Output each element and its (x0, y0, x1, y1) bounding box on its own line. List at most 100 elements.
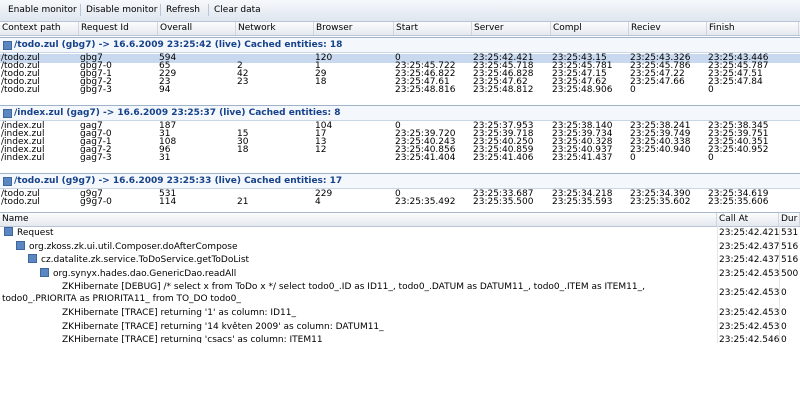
duration-cell: 500 (781, 268, 799, 279)
column-header[interactable]: Request Id (79, 22, 158, 35)
column-header[interactable]: Finish (707, 22, 799, 35)
tree-toggle-icon[interactable] (28, 254, 37, 263)
toolbar-separator (80, 4, 81, 16)
table-cell: 23:25:41.437 (552, 153, 613, 163)
duration-cell: 0 (781, 288, 787, 298)
call-at-cell: 23:25:42.453 (719, 321, 780, 332)
tree-node-label: Request (17, 228, 54, 238)
column-header[interactable]: Reciev (629, 22, 707, 35)
table-row[interactable]: /todo.zul g9g7-0 114 21 4 23:25:35.492 23:25:3… (0, 198, 800, 207)
table-cell: 23:25:35.492 (395, 197, 456, 207)
table-cell: 31 (159, 153, 171, 163)
tree-node-label-continued: todo0_.PRIORITA as PRIORITA11_ from TO_D… (2, 294, 241, 304)
tree-toggle-icon[interactable] (40, 267, 49, 277)
tree-node[interactable]: org.synyx.hades.dao.GenericDao.readAll (40, 267, 237, 281)
table-cell: 94 (159, 85, 171, 95)
column-divider (717, 226, 718, 343)
table-cell: 23:25:48.812 (473, 85, 534, 95)
call-at-cell: 23:25:42.437 (719, 255, 780, 265)
group-toggle-icon[interactable] (3, 177, 12, 186)
group-title: /todo.zul (g9g7) -> 16.6.2009 23:25:33 (… (14, 176, 343, 186)
tree-node[interactable]: ZKHibernate [TRACE] returning '14 květen… (62, 321, 384, 334)
duration-cell: 531 (781, 228, 799, 238)
tree-node-label: ZKHibernate [TRACE] returning '14 květen… (62, 321, 384, 332)
toolbar: Enable monitor Disable monitor Refresh C… (0, 0, 800, 22)
group-title: /todo.zul (gbg7) -> 16.6.2009 23:25:42 (… (14, 40, 343, 50)
tree-node-label: org.zkoss.zk.ui.util.Composer.doAfterCom… (29, 241, 238, 252)
duration-cell: 0 (781, 308, 787, 318)
table-cell: 23:25:41.406 (473, 153, 534, 163)
group-title: /index.zul (gag7) -> 16.6.2009 23:25:37 … (14, 108, 341, 118)
call-tree-header: Name Call At Dur (0, 213, 800, 227)
table-cell: 23:25:35.602 (630, 197, 691, 207)
call-at-cell: 23:25:42.437 (719, 241, 780, 252)
disable-monitor-button[interactable]: Disable monitor (82, 3, 161, 17)
call-at-cell: 23:25:42.453 (719, 308, 780, 318)
column-header[interactable]: Overall (158, 22, 236, 35)
table-cell: 23:25:35.606 (708, 197, 769, 207)
table-cell: /todo.zul (1, 85, 40, 95)
table-row[interactable]: /todo.zul gbg7-3 94 23:25:48.816 23:25:48.81… (0, 86, 800, 95)
table-cell: 0 (630, 85, 636, 95)
requests-grid[interactable]: Context path Request Id Overall Network Brow… (0, 22, 800, 213)
tree-node[interactable]: cz.datalite.zk.service.ToDoService.getTo… (28, 254, 249, 267)
column-header[interactable]: Browser (314, 22, 394, 35)
group-header[interactable]: /todo.zul (g9g7) -> 16.6.2009 23:25:33 (… (0, 173, 800, 189)
table-cell: gag7-3 (80, 153, 112, 163)
column-header-name[interactable]: Name (0, 213, 717, 226)
table-cell: 23:25:48.906 (552, 85, 613, 95)
call-tree[interactable]: Name Call At Dur Request 23:25:42.421 531 o… (0, 213, 800, 343)
table-cell: 114 (159, 197, 177, 207)
table-cell: gbg7-3 (80, 85, 112, 95)
table-cell: 23:25:35.500 (473, 197, 534, 207)
group-header[interactable]: /todo.zul (gbg7) -> 16.6.2009 23:25:42 (… (0, 37, 800, 53)
requests-grid-header: Context path Request Id Overall Network Brow… (0, 22, 800, 36)
duration-cell: 0 (781, 321, 787, 332)
tree-node-label: cz.datalite.zk.service.ToDoService.getTo… (41, 255, 250, 265)
table-row[interactable]: /index.zul gag7-3 31 23:25:41.404 23:25:41.4… (0, 154, 800, 163)
call-at-cell: 23:25:42.421 (719, 228, 780, 238)
duration-cell: 516 (781, 255, 799, 265)
tree-node-label: org.synyx.hades.dao.GenericDao.readAll (53, 268, 237, 279)
tree-node[interactable]: ZKHibernate [TRACE] returning '1' as col… (62, 307, 296, 320)
clear-data-button[interactable]: Clear data (210, 3, 265, 17)
table-cell: 23:25:35.593 (552, 197, 613, 207)
duration-cell: 0 (781, 335, 787, 343)
column-header[interactable]: Compl (551, 22, 629, 35)
column-header[interactable]: Start (394, 22, 472, 35)
column-header[interactable]: Context path (0, 22, 79, 35)
column-header-dur[interactable]: Dur (779, 213, 800, 226)
table-cell: /index.zul (1, 153, 45, 163)
tree-node[interactable]: org.zkoss.zk.ui.util.Composer.doAfterCom… (16, 240, 238, 254)
tree-toggle-icon[interactable] (16, 240, 25, 250)
table-cell: g9g7-0 (80, 197, 112, 207)
column-header[interactable]: Network (236, 22, 314, 35)
call-at-cell: 23:25:42.453 (719, 288, 780, 298)
tree-node-label: ZKHibernate [TRACE] returning 'csacs' as… (62, 335, 328, 343)
call-at-cell: 23:25:42.453 (719, 268, 780, 279)
group-toggle-icon[interactable] (3, 41, 12, 50)
tree-node-label: ZKHibernate [DEBUG] /* select x from ToD… (62, 282, 645, 292)
refresh-button[interactable]: Refresh (162, 3, 204, 17)
enable-monitor-button[interactable]: Enable monitor (4, 3, 81, 17)
group-header[interactable]: /index.zul (gag7) -> 16.6.2009 23:25:37 … (0, 105, 800, 121)
table-cell: 0 (708, 85, 714, 95)
table-cell: 23:25:41.404 (395, 153, 456, 163)
tree-toggle-icon[interactable] (4, 227, 13, 236)
tree-node[interactable]: Request (4, 227, 54, 240)
duration-cell: 516 (781, 241, 799, 252)
table-cell: 0 (708, 153, 714, 163)
column-header[interactable]: Server (472, 22, 551, 35)
call-at-cell: 23:25:42.546 (719, 335, 780, 343)
toolbar-separator (208, 4, 209, 16)
table-cell: 23:25:48.816 (395, 85, 456, 95)
table-cell: /todo.zul (1, 197, 40, 207)
table-cell: 21 (237, 197, 249, 207)
tree-node[interactable]: ZKHibernate [TRACE] returning 'csacs' as… (62, 334, 327, 343)
group-toggle-icon[interactable] (3, 109, 12, 118)
table-cell: 0 (630, 153, 636, 163)
toolbar-separator (160, 4, 161, 16)
table-cell: 4 (315, 197, 321, 207)
column-header-call-at[interactable]: Call At (717, 213, 779, 226)
tree-node-label: ZKHibernate [TRACE] returning '1' as col… (62, 308, 296, 318)
